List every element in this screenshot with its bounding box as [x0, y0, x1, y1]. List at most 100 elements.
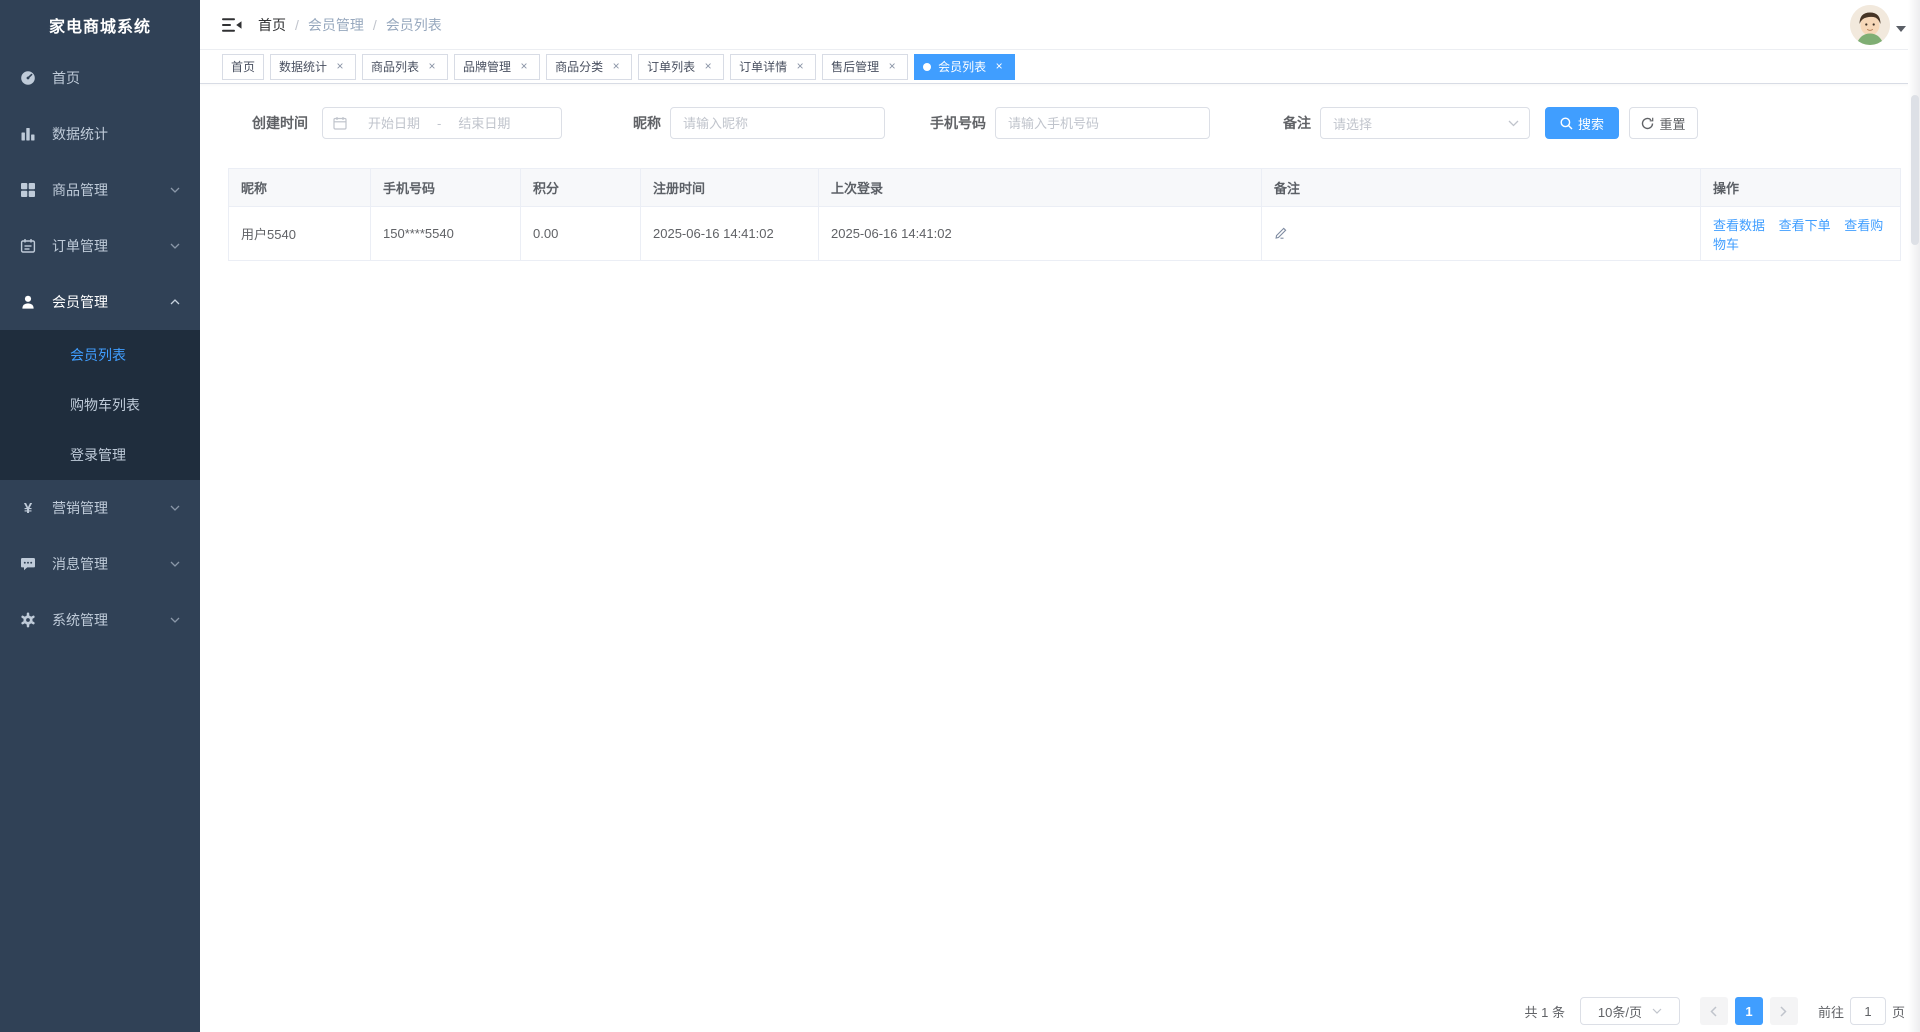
chevron-down-icon — [1652, 1008, 1662, 1014]
sidebar-item-cart-list[interactable]: 购物车列表 — [0, 380, 200, 430]
page-content: 创建时间 - 昵称 手机号码 备注 请选择 — [200, 84, 1920, 261]
pagination-total: 共 1 条 — [1524, 1004, 1565, 1020]
active-tab-dot — [923, 62, 932, 71]
breadcrumb-member-list: 会员列表 — [385, 16, 442, 33]
grid-icon — [20, 182, 36, 198]
submenu-item-label: 购物车列表 — [70, 397, 140, 413]
gear-icon — [20, 612, 36, 628]
sidebar-item-products[interactable]: 商品管理 — [0, 162, 200, 218]
remark-label: 备注 — [1283, 115, 1311, 131]
breadcrumb-separator: / — [372, 16, 377, 33]
view-data-link[interactable]: 查看数据 — [1713, 218, 1765, 233]
sidebar-item-label: 系统管理 — [52, 612, 108, 628]
cell-nickname: 用户5540 — [228, 206, 371, 261]
sidebar-item-label: 首页 — [52, 70, 80, 86]
sidebar-item-member-list[interactable]: 会员列表 — [0, 330, 200, 380]
goto-label: 前往 — [1817, 1004, 1844, 1020]
breadcrumb-home[interactable]: 首页 — [258, 15, 286, 35]
page-number-1[interactable]: 1 — [1734, 997, 1763, 1025]
calendar-icon — [333, 116, 347, 130]
sidebar-item-members[interactable]: 会员管理 — [0, 274, 200, 330]
app-title: 家电商城系统 — [48, 19, 151, 36]
page-suffix-label: 页 — [1891, 1004, 1905, 1020]
sidebar-item-marketing[interactable]: ¥ 营销管理 — [0, 480, 200, 536]
sidebar: 家电商城系统 首页 数据统计 商品管理 订单管理 会员管理 会员列表 购物车列表… — [0, 0, 200, 1032]
sidebar-item-orders[interactable]: 订单管理 — [0, 218, 200, 274]
start-date-input[interactable] — [353, 115, 435, 131]
sidebar-item-label: 会员管理 — [52, 294, 108, 310]
tab-order-detail[interactable]: 订单详情 × — [730, 53, 817, 80]
close-icon[interactable]: × — [517, 59, 531, 74]
search-button[interactable]: 搜索 — [1545, 107, 1619, 139]
tab-order-list[interactable]: 订单列表 × — [638, 53, 725, 80]
tab-product-category[interactable]: 商品分类 × — [546, 53, 633, 80]
remark-select[interactable]: 请选择 — [1320, 107, 1530, 139]
phone-label: 手机号码 — [930, 115, 986, 131]
user-avatar[interactable] — [1850, 5, 1890, 45]
close-icon[interactable]: × — [992, 59, 1006, 74]
tab-aftersales[interactable]: 售后管理 × — [822, 53, 909, 80]
sidebar-item-home[interactable]: 首页 — [0, 50, 200, 106]
member-table: 昵称 手机号码 积分 注册时间 上次登录 备注 操作 用户5540 150*** — [228, 168, 1901, 261]
message-icon — [20, 556, 36, 572]
sidebar-item-statistics[interactable]: 数据统计 — [0, 106, 200, 162]
chevron-right-icon — [1780, 1005, 1788, 1017]
close-icon[interactable]: × — [885, 59, 899, 74]
cell-last-login: 2025-06-16 14:41:02 — [818, 206, 1262, 261]
magnifier-icon — [1560, 117, 1573, 129]
collapse-sidebar-icon[interactable] — [222, 17, 242, 33]
col-nickname: 昵称 — [228, 168, 371, 207]
tab-product-list[interactable]: 商品列表 × — [362, 53, 449, 80]
sidebar-item-messages[interactable]: 消息管理 — [0, 536, 200, 592]
sidebar-item-label: 订单管理 — [52, 238, 108, 254]
main-area: 首页 / 会员管理 / 会员列表 首页 数据统计 × 商品列表 × 品牌管理 ×… — [200, 0, 1920, 1032]
table-row: 用户5540 150****5540 0.00 2025-06-16 14:41… — [228, 206, 1901, 261]
next-page-button[interactable] — [1769, 997, 1798, 1025]
close-icon[interactable]: × — [425, 59, 439, 74]
col-actions: 操作 — [1700, 168, 1901, 207]
chevron-down-icon — [170, 561, 180, 567]
submenu-item-label: 登录管理 — [70, 447, 126, 463]
sidebar-item-label: 营销管理 — [52, 500, 108, 516]
end-date-input[interactable] — [443, 115, 526, 131]
dashboard-icon — [20, 70, 36, 86]
close-icon[interactable]: × — [793, 59, 807, 74]
view-orders-link[interactable]: 查看下单 — [1779, 218, 1831, 233]
cell-register-time: 2025-06-16 14:41:02 — [640, 206, 819, 261]
scrollbar-track[interactable] — [1908, 0, 1920, 1032]
sidebar-submenu-members: 会员列表 购物车列表 登录管理 — [0, 330, 200, 480]
tab-brand-mgmt[interactable]: 品牌管理 × — [454, 53, 541, 80]
col-last-login: 上次登录 — [818, 168, 1262, 207]
sidebar-item-system[interactable]: 系统管理 — [0, 592, 200, 648]
page-size-select[interactable]: 10条/页 — [1579, 997, 1680, 1025]
close-icon[interactable]: × — [333, 59, 347, 74]
reset-button[interactable]: 重置 — [1629, 107, 1698, 139]
caret-down-icon[interactable] — [1896, 26, 1906, 32]
chevron-left-icon — [1710, 1005, 1717, 1017]
bar-chart-icon — [20, 126, 36, 142]
app-root: 家电商城系统 首页 数据统计 商品管理 订单管理 会员管理 会员列表 购物车列表… — [0, 0, 1920, 1032]
breadcrumb-member-mgmt: 会员管理 — [307, 16, 364, 33]
goto-page-input[interactable] — [1849, 997, 1886, 1025]
scrollbar-thumb[interactable] — [1911, 95, 1919, 245]
date-range-picker[interactable]: - — [322, 107, 562, 139]
tab-home[interactable]: 首页 — [222, 53, 265, 80]
sidebar-item-label: 商品管理 — [52, 182, 108, 198]
close-icon[interactable]: × — [609, 59, 623, 74]
nickname-input[interactable] — [670, 107, 885, 139]
edit-pencil-icon[interactable] — [1274, 225, 1289, 240]
tab-statistics[interactable]: 数据统计 × — [270, 53, 357, 80]
col-phone: 手机号码 — [370, 168, 521, 207]
breadcrumb-separator: / — [295, 16, 299, 33]
phone-input[interactable] — [995, 107, 1210, 139]
col-remark: 备注 — [1261, 168, 1701, 207]
col-points: 积分 — [520, 168, 641, 207]
sidebar-item-label: 数据统计 — [52, 126, 108, 142]
chevron-down-icon — [170, 617, 180, 623]
sidebar-item-login-mgmt[interactable]: 登录管理 — [0, 430, 200, 480]
prev-page-button[interactable] — [1699, 997, 1728, 1025]
close-icon[interactable]: × — [701, 59, 715, 74]
tab-member-list[interactable]: 会员列表 × — [914, 53, 1016, 80]
date-range-separator: - — [437, 115, 442, 131]
top-navbar: 首页 / 会员管理 / 会员列表 — [200, 0, 1920, 50]
